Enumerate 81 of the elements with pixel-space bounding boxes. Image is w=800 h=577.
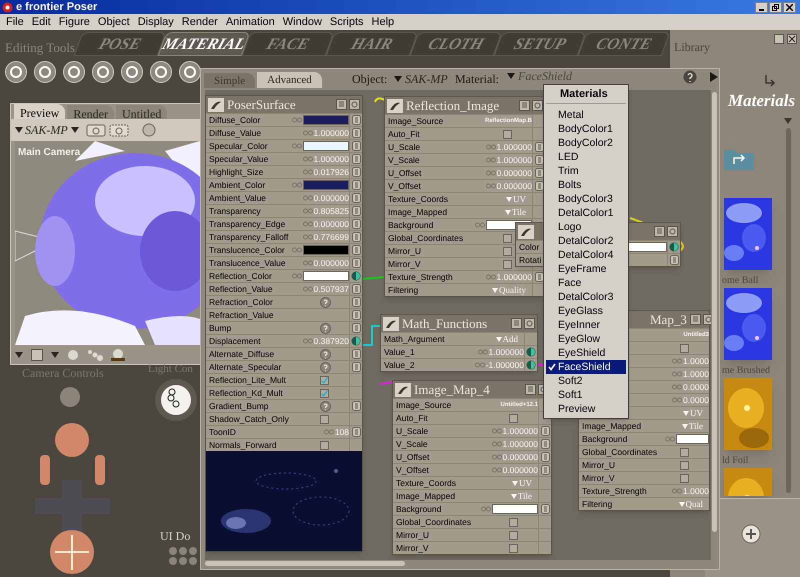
parameter-label: Mirror_U <box>396 530 430 540</box>
parameter-label: Ambient_Value <box>209 194 268 202</box>
parameter-label: Mirror_U <box>388 246 422 256</box>
parameter-label: Alternate_Diffuse <box>209 350 276 358</box>
parameter-label: Auto_Fit <box>396 414 429 422</box>
parameter-label: Math_Argument <box>384 334 446 344</box>
parameter-label: Reflection_Kd_Mult <box>209 388 284 398</box>
parameter-label: Displacement <box>209 336 262 346</box>
parameter-label: U_Scale <box>396 426 430 436</box>
panel-heading: Materials <box>728 90 796 112</box>
parameter-label: Texture_Strength <box>388 272 454 282</box>
camera-label: Main Camera <box>18 146 80 160</box>
node-title: Map_3 <box>649 310 687 329</box>
parameter-label: Global_Coordinates <box>388 234 464 242</box>
parameter-label: Mirror_V <box>582 474 616 482</box>
thumbnail-caption: me Brushed <box>722 364 770 378</box>
parameter-label: Reflection_Value <box>209 284 274 294</box>
parameter-label: Background <box>582 434 628 444</box>
parameter-label: Value_2 <box>384 360 416 370</box>
parameter-label: Background <box>388 220 434 230</box>
parameter-label: Gradient_Bump <box>209 402 270 410</box>
parameter-label: Texture_Strength <box>582 486 648 496</box>
parameter-label: Alternate_Specular <box>209 362 282 372</box>
parameter-label: Transparency_Falloff <box>209 232 289 242</box>
parameter-label: Translucence_Color <box>209 246 286 254</box>
parameter-label: Shadow_Catch_Only <box>209 414 289 424</box>
parameter-label: Mirror_U <box>582 460 616 470</box>
menu-header: Materials <box>559 87 609 102</box>
parameter-label: Mirror_V <box>396 544 430 552</box>
parameter-label: Image_Source <box>388 116 444 126</box>
parameter-label: V_Scale <box>388 156 421 164</box>
parameter-label: Image_Mapped <box>396 492 456 500</box>
section-label: UI Do <box>160 528 190 545</box>
node-title: Image_Map_4 <box>414 380 490 399</box>
parameter-label: Specular_Value <box>209 154 270 164</box>
parameter-label: Transparency <box>209 206 262 216</box>
parameter-label: U_Scale <box>388 142 422 152</box>
parameter-label: Image_Mapped <box>582 422 642 430</box>
parameter-label: Rotati <box>519 256 542 264</box>
panel-title: Library <box>674 39 710 56</box>
thumbnail-caption: ld Foil <box>722 454 748 468</box>
node-title: Reflection_Image <box>406 96 500 115</box>
parameter-label: Reflection_Lite_Mult <box>209 376 288 384</box>
parameter-label: Texture_Coords <box>396 478 458 488</box>
parameter-label: Global_Coordinates <box>396 518 472 526</box>
parameter-label: U_Offset <box>388 168 422 178</box>
thumbnail-caption: ome Ball <box>722 274 758 288</box>
parameter-label: ToonID <box>209 428 237 436</box>
parameter-label: Ambient_Color <box>209 180 266 190</box>
parameter-label: Refraction_Color <box>209 298 274 306</box>
parameter-label: Global_Coordinates <box>582 448 658 456</box>
parameter-label: Background <box>396 504 442 514</box>
parameter-label: Transparency_Edge <box>209 220 286 228</box>
field-label: Object: <box>352 71 388 88</box>
parameter-label: Filtering <box>388 286 420 294</box>
parameter-label: Image_Mapped <box>388 208 448 216</box>
parameter-label: U_Offset <box>396 452 430 462</box>
parameter-label: Mirror_V <box>388 260 422 268</box>
parameter-label: Diffuse_Color <box>209 116 262 124</box>
parameter-label: Reflection_Color <box>209 272 273 280</box>
parameter-label: Auto_Fit <box>388 130 421 138</box>
parameter-label: Bump <box>209 324 232 332</box>
parameter-label: Color <box>519 242 540 252</box>
parameter-label: Image_Source <box>396 400 452 410</box>
node-title: Math_Functions <box>402 314 488 333</box>
parameter-label: Highlight_Size <box>209 168 264 176</box>
parameter-label: Texture_Coords <box>388 194 450 204</box>
parameter-label: Diffuse_Value <box>209 128 262 138</box>
section-label: Editing Tools <box>5 39 75 57</box>
parameter-label: Specular_Color <box>209 142 269 150</box>
parameter-label: V_Offset <box>388 182 422 190</box>
parameter-label: V_Offset <box>396 466 430 474</box>
node-title: PoserSurface <box>227 96 296 114</box>
parameter-label: Normals_Forward <box>209 440 278 450</box>
parameter-label: Filtering <box>582 500 614 508</box>
window-title: e frontier Poser <box>16 2 98 12</box>
parameter-label: Translucence_Value <box>209 258 287 268</box>
field-label: Material: <box>455 71 499 88</box>
parameter-label: Value_1 <box>384 348 416 356</box>
parameter-label: V_Scale <box>396 440 429 448</box>
parameter-label: Refraction_Value <box>209 310 275 320</box>
